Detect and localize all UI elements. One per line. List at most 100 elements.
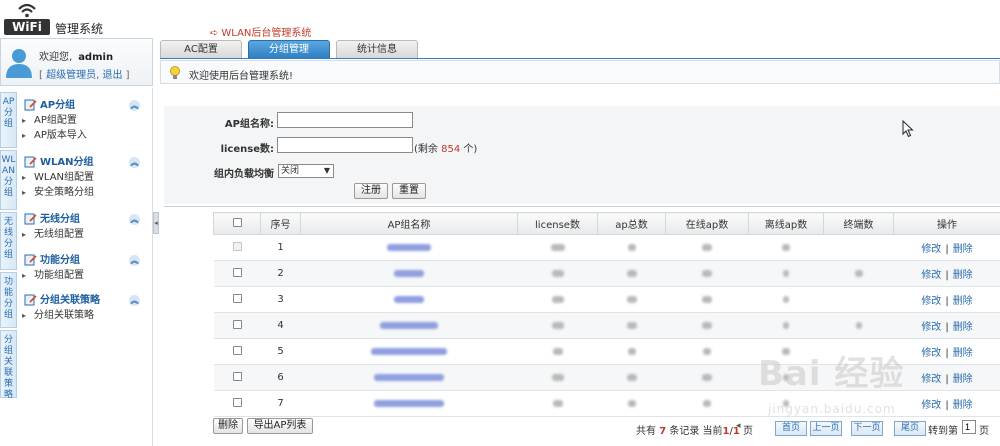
row-offline-ap — [748, 260, 824, 287]
row-ap-group-name[interactable] — [300, 364, 518, 391]
sidebar-collapse-handle[interactable]: ◂ — [153, 212, 159, 234]
row-license — [517, 260, 598, 287]
row-ap-group-name[interactable] — [300, 390, 518, 417]
nav-head-function[interactable]: 功能分组 ︽ — [22, 253, 140, 268]
nav-head-wireless[interactable]: 无线分组 ︽ — [22, 212, 140, 227]
ap-group-name-input[interactable] — [277, 112, 413, 128]
edit-doc-icon — [24, 213, 37, 225]
redacted-value — [702, 373, 712, 381]
row-checkbox[interactable] — [232, 371, 242, 381]
tab-statistics[interactable]: 统计信息 — [336, 40, 418, 58]
delete-link[interactable]: 删除 — [953, 322, 973, 333]
nav-item-security-policy[interactable]: ▸ 安全策略分组 — [22, 185, 140, 200]
ap-group-name-label: AP组名称: — [224, 119, 274, 130]
delete-link[interactable]: 删除 — [953, 270, 973, 281]
delete-link[interactable]: 删除 — [953, 244, 973, 255]
nav-item-group-policy[interactable]: ▸ 分组关联策略 — [22, 308, 140, 323]
nav-head-label: 功能分组 — [40, 255, 80, 266]
redacted-value — [783, 295, 789, 303]
redacted-value — [551, 295, 564, 303]
row-ap-total — [597, 338, 666, 365]
edit-link[interactable]: 修改 — [921, 270, 941, 281]
redacted-value — [783, 269, 789, 277]
license-count-input[interactable] — [277, 137, 413, 153]
row-online-ap — [665, 312, 749, 339]
bracket-close: ] — [125, 70, 130, 81]
collapse-up-icon[interactable]: ︽ — [129, 214, 140, 225]
row-checkbox[interactable] — [232, 319, 242, 329]
register-form: AP组名称: license数: (剩余 854 个) 组内负载均衡 关闭 ▼ … — [164, 106, 1000, 204]
nav-item-label: 分组关联策略 — [34, 310, 94, 321]
collapse-up-icon[interactable]: ︽ — [129, 157, 140, 168]
row-ap-group-name[interactable] — [300, 312, 518, 339]
wifi-icon — [18, 3, 36, 18]
register-button[interactable]: 注册 — [354, 183, 388, 199]
row-online-ap — [665, 234, 749, 261]
collapse-up-icon[interactable]: ︽ — [129, 295, 140, 306]
row-index: 6 — [260, 364, 301, 391]
edit-link[interactable]: 修改 — [921, 244, 941, 255]
left-nav: AP分组 WLAN分组 无线分组 功能分组 分组关联策略 AP分组 ︽ ▸ AP组… — [0, 88, 153, 446]
nav-head-policy[interactable]: 分组关联策略 ︽ — [22, 293, 140, 308]
redacted-value — [627, 347, 636, 355]
vtab-wireless-group[interactable]: 无线分组 — [0, 212, 17, 270]
table-row: 3 修改 | 删除 — [213, 286, 1000, 313]
nav-item-function-config[interactable]: ▸ 功能组配置 — [22, 268, 140, 283]
delete-selected-button[interactable]: 删除 — [213, 418, 243, 434]
edit-link[interactable]: 修改 — [921, 296, 941, 307]
nav-group-ap: AP分组 ︽ ▸ AP组配置 ▸ AP版本导入 — [22, 98, 140, 143]
row-ap-group-name[interactable] — [300, 338, 518, 365]
redacted-value — [783, 321, 789, 329]
chevron-right-icon: ▸ — [22, 173, 27, 182]
nav-item-ap-version[interactable]: ▸ AP版本导入 — [22, 128, 140, 143]
redacted-value — [387, 243, 431, 251]
load-balance-select[interactable]: 关闭 ▼ — [278, 164, 334, 178]
vtab-ap-group[interactable]: AP分组 — [0, 92, 17, 148]
row-select-cell — [213, 338, 261, 365]
row-ap-total — [597, 364, 666, 391]
nav-head-ap[interactable]: AP分组 ︽ — [22, 98, 140, 113]
select-all-checkbox[interactable] — [232, 217, 242, 227]
nav-item-wireless-config[interactable]: ▸ 无线组配置 — [22, 227, 140, 242]
row-ap-group-name[interactable] — [300, 260, 518, 287]
row-checkbox[interactable] — [232, 345, 242, 355]
row-actions: 修改 | 删除 — [893, 286, 1000, 313]
row-checkbox[interactable] — [232, 267, 242, 277]
tab-ac-config[interactable]: AC配置 — [160, 40, 242, 58]
chevron-down-icon: ▼ — [323, 166, 330, 175]
redacted-value — [627, 243, 636, 251]
vtab-wlan-group[interactable]: WLAN分组 — [0, 150, 17, 210]
row-ap-group-name[interactable] — [300, 234, 518, 261]
col-license: license数 — [517, 212, 598, 235]
redacted-value — [380, 321, 438, 329]
total-count: 7 — [659, 426, 667, 437]
nav-head-wlan[interactable]: WLAN分组 ︽ — [22, 155, 140, 170]
nav-item-wlan-config[interactable]: ▸ WLAN组配置 — [22, 170, 140, 185]
redacted-value — [702, 269, 712, 277]
nav-item-ap-config[interactable]: ▸ AP组配置 — [22, 113, 140, 128]
redacted-value — [626, 321, 637, 329]
collapse-up-icon[interactable]: ︽ — [129, 255, 140, 266]
export-ap-list-button[interactable]: 导出AP列表 — [247, 418, 313, 434]
redacted-value — [703, 347, 711, 355]
row-license — [517, 338, 598, 365]
logout-link[interactable]: 退出 — [102, 70, 122, 81]
total-suffix: 条记录 — [669, 426, 700, 437]
row-online-ap — [665, 390, 749, 417]
row-checkbox[interactable] — [232, 397, 242, 407]
chevron-right-icon: ▸ — [22, 131, 27, 140]
row-ap-group-name[interactable] — [300, 286, 518, 313]
delete-link[interactable]: 删除 — [953, 296, 973, 307]
row-checkbox[interactable] — [232, 293, 242, 303]
row-index: 7 — [260, 390, 301, 417]
collapse-up-icon[interactable]: ︽ — [129, 100, 140, 111]
vtab-function-group[interactable]: 功能分组 — [0, 272, 17, 328]
edit-link[interactable]: 修改 — [921, 322, 941, 333]
role-link[interactable]: 超级管理员, — [46, 70, 99, 81]
breadcrumb-label: WLAN后台管理系统 — [221, 28, 312, 39]
reset-button[interactable]: 重置 — [392, 183, 426, 199]
tab-group-management[interactable]: 分组管理 — [248, 40, 330, 58]
bracket-open: [ — [39, 70, 43, 81]
col-index: 序号 — [260, 212, 301, 235]
vtab-group-policy[interactable]: 分组关联策略 — [0, 330, 17, 400]
